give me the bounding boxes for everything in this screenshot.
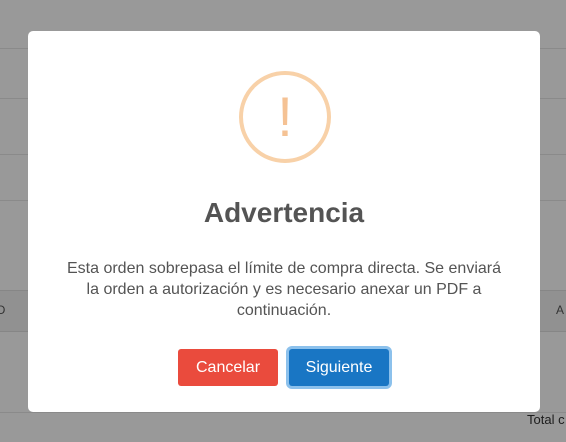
dialog-message: Esta orden sobrepasa el límite de compra… <box>66 260 501 319</box>
exclamation-icon: ! <box>239 71 331 163</box>
next-button[interactable]: Siguiente <box>289 349 389 386</box>
exclamation-glyph: ! <box>277 85 293 148</box>
warning-dialog: ! Advertencia Esta orden sobrepasa el lí… <box>28 31 540 412</box>
dialog-title: Advertencia <box>203 197 365 228</box>
cancel-button[interactable]: Cancelar <box>178 349 278 386</box>
